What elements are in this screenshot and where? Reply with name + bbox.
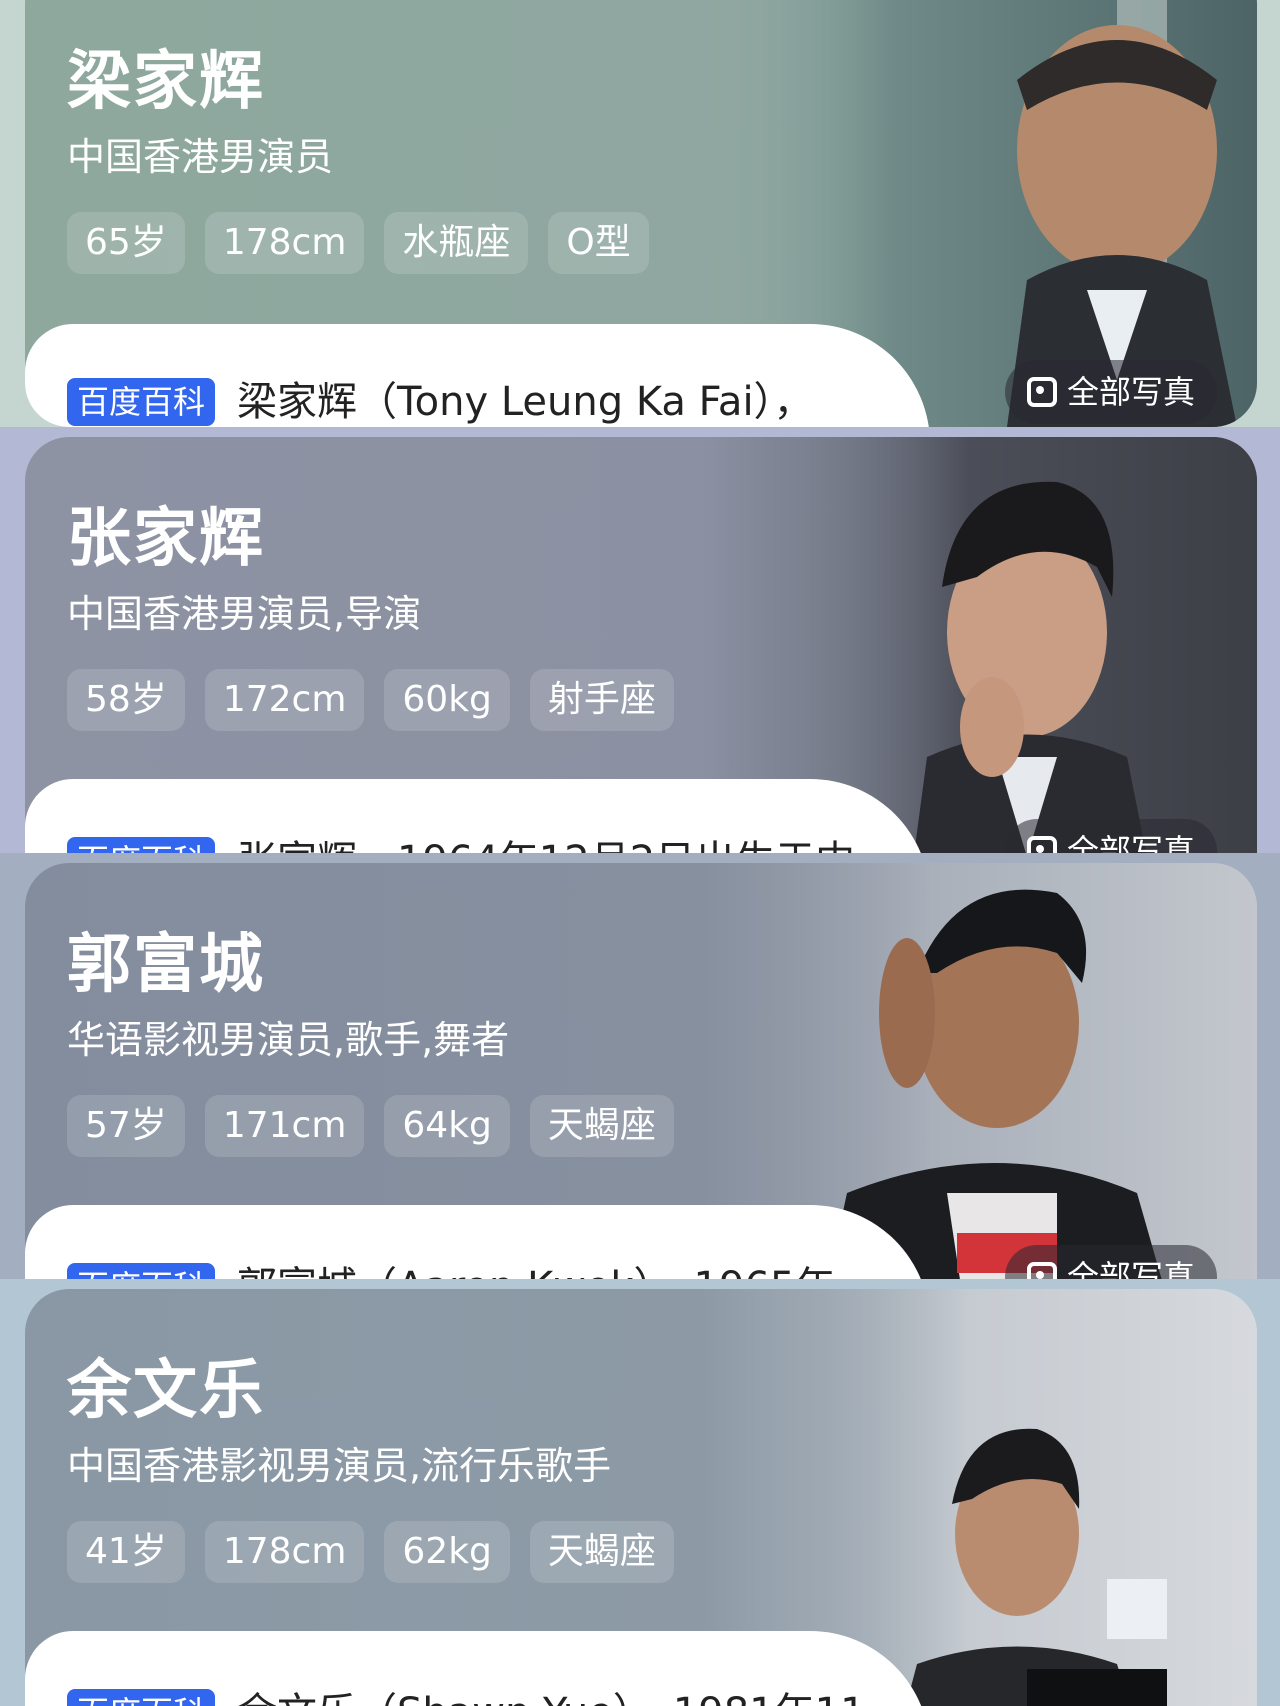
person-tags: 65岁 178cm 水瓶座 O型 xyxy=(67,212,649,274)
baike-badge: 百度百科 xyxy=(67,378,216,426)
card-strip-4: 余文乐 中国香港影视男演员,流行乐歌手 41岁 178cm 62kg 天蝎座 百… xyxy=(0,1279,1280,1706)
tag-height: 178cm xyxy=(204,212,365,274)
baike-summary-text[interactable]: 梁家辉（Tony Leung Ka Fai）， xyxy=(237,376,814,427)
tag-age: 58岁 xyxy=(67,669,185,731)
person-description: 中国香港男演员 xyxy=(67,135,334,179)
person-card[interactable]: 张家辉 中国香港男演员,导演 58岁 172cm 60kg 射手座 百度百科 张… xyxy=(25,437,1257,853)
tag-zodiac: 水瓶座 xyxy=(384,212,529,274)
all-photos-label: 全部写真 xyxy=(1066,1258,1195,1279)
photo-gallery-icon xyxy=(1026,1262,1057,1279)
person-card[interactable]: 梁家辉 中国香港男演员 65岁 178cm 水瓶座 O型 百度百科 梁家辉（To… xyxy=(25,0,1257,427)
tag-weight: 60kg xyxy=(384,669,510,731)
baike-badge: 百度百科 xyxy=(67,1263,216,1279)
baike-summary-text[interactable]: 郭富城（Aaron Kwok），1965年 xyxy=(237,1261,835,1279)
tag-weight: 64kg xyxy=(384,1095,510,1157)
person-tags: 58岁 172cm 60kg 射手座 xyxy=(67,669,674,731)
tag-height: 171cm xyxy=(204,1095,365,1157)
person-tags: 57岁 171cm 64kg 天蝎座 xyxy=(67,1095,674,1157)
baike-summary-text[interactable]: 张家辉，1964年12月2日出生于中 xyxy=(237,835,855,853)
tag-zodiac: 天蝎座 xyxy=(529,1521,674,1583)
all-photos-label: 全部写真 xyxy=(1066,373,1195,411)
person-description: 中国香港影视男演员,流行乐歌手 xyxy=(67,1444,612,1488)
person-name: 梁家辉 xyxy=(67,45,265,119)
card-strip-1: 梁家辉 中国香港男演员 65岁 178cm 水瓶座 O型 百度百科 梁家辉（To… xyxy=(0,0,1280,427)
tag-age: 41岁 xyxy=(67,1521,185,1583)
person-name: 张家辉 xyxy=(67,502,265,576)
person-name: 余文乐 xyxy=(67,1354,265,1428)
person-description: 华语影视男演员,歌手,舞者 xyxy=(67,1018,510,1062)
all-photos-button[interactable]: 全部写真 xyxy=(1004,1245,1217,1279)
photo-gallery-icon xyxy=(1026,377,1057,407)
all-photos-label: 全部写真 xyxy=(1066,832,1195,853)
baike-summary-text[interactable]: 余文乐（Shawn Yue），1981年11 xyxy=(237,1687,866,1706)
person-description: 中国香港男演员,导演 xyxy=(67,592,422,636)
tag-height: 172cm xyxy=(204,669,365,731)
person-tags: 41岁 178cm 62kg 天蝎座 xyxy=(67,1521,674,1583)
card-strip-3: 郭富城 华语影视男演员,歌手,舞者 57岁 171cm 64kg 天蝎座 百度百… xyxy=(0,853,1280,1279)
tag-zodiac: 天蝎座 xyxy=(529,1095,674,1157)
tag-height: 178cm xyxy=(204,1521,365,1583)
person-card[interactable]: 余文乐 中国香港影视男演员,流行乐歌手 41岁 178cm 62kg 天蝎座 百… xyxy=(25,1289,1257,1706)
tag-age: 65岁 xyxy=(67,212,185,274)
card-strip-2: 张家辉 中国香港男演员,导演 58岁 172cm 60kg 射手座 百度百科 张… xyxy=(0,427,1280,853)
person-card[interactable]: 郭富城 华语影视男演员,歌手,舞者 57岁 171cm 64kg 天蝎座 百度百… xyxy=(25,863,1257,1279)
person-name: 郭富城 xyxy=(67,928,265,1002)
tag-weight: 62kg xyxy=(384,1521,510,1583)
photo-gallery-icon xyxy=(1026,836,1057,853)
tag-age: 57岁 xyxy=(67,1095,185,1157)
baike-badge: 百度百科 xyxy=(67,1689,216,1706)
tag-zodiac: 射手座 xyxy=(529,669,674,731)
all-photos-button[interactable]: 全部写真 xyxy=(1004,360,1217,424)
all-photos-button[interactable]: 全部写真 xyxy=(1004,819,1217,853)
tag-blood-type: O型 xyxy=(548,212,649,274)
baike-badge: 百度百科 xyxy=(67,837,216,853)
